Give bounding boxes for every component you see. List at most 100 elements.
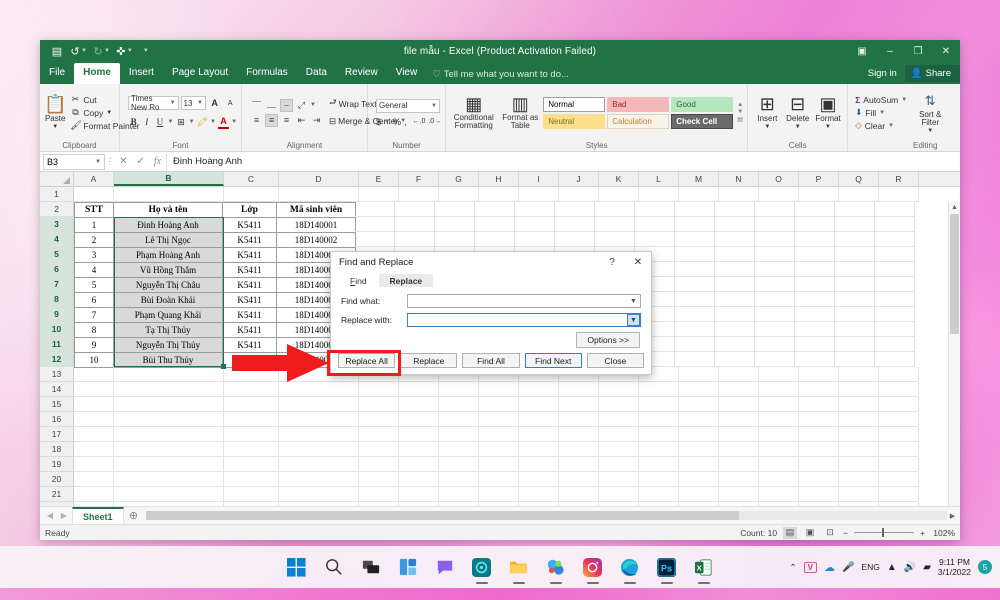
cell-empty-K18[interactable] [599,442,639,457]
cell-empty-P3[interactable] [795,217,835,232]
cell-empty-E15[interactable] [359,397,399,412]
cell-empty-O18[interactable] [759,442,799,457]
row-header-7[interactable]: 7 [40,277,73,292]
find-what-input[interactable]: ▼ [407,294,641,308]
cell-empty-K14[interactable] [599,382,639,397]
cell-empty-G15[interactable] [439,397,479,412]
cell-empty-M6[interactable] [675,262,715,277]
task-view-icon[interactable] [359,555,383,579]
cell-empty-Q20[interactable] [839,472,879,487]
cell-empty-M8[interactable] [675,292,715,307]
styles-scroll-up-icon[interactable]: ▲ [737,102,743,108]
cell-empty-D20[interactable] [279,472,359,487]
cell-empty-M4[interactable] [675,232,715,247]
cell-empty-H20[interactable] [479,472,519,487]
cell-empty-Q3[interactable] [835,217,875,232]
clock[interactable]: 9:11 PM 3/1/2022 [938,557,971,577]
cell-empty-E4[interactable] [355,232,395,247]
column-header-f[interactable]: F [399,172,439,186]
cell-A6[interactable]: 4 [74,262,114,278]
zoom-out-button[interactable]: − [843,528,848,538]
cell-empty-J18[interactable] [559,442,599,457]
fill-dropdown-icon[interactable]: ▼ [879,110,885,116]
volume-icon[interactable]: 🔊 [904,562,916,573]
styles-scroll-down-icon[interactable]: ▼ [737,109,743,115]
insert-cells-button[interactable]: ⊞ Insert ▼ [752,95,782,130]
column-header-c[interactable]: C [224,172,279,186]
cell-empty-F3[interactable] [395,217,435,232]
column-header-g[interactable]: G [439,172,479,186]
cell-A3[interactable]: 1 [74,217,114,233]
cell-empty-B15[interactable] [114,397,224,412]
cell-empty-P21[interactable] [799,487,839,502]
cell-B6[interactable]: Vũ Hồng Thắm [113,262,223,278]
cell-empty-P1[interactable] [799,187,839,202]
cell-empty-P13[interactable] [799,367,839,382]
cell-empty-L18[interactable] [639,442,679,457]
cell-empty-L16[interactable] [639,412,679,427]
cell-empty-C14[interactable] [224,382,279,397]
microphone-icon[interactable]: 🎤 [842,562,854,573]
styles-more-icon[interactable]: ▤ [737,116,743,123]
row-header-9[interactable]: 9 [40,307,73,322]
cell-D3[interactable]: 18D140001 [276,217,356,233]
style-good[interactable]: Good [671,97,733,112]
edge-icon[interactable] [618,555,642,579]
page-layout-icon[interactable]: ▣ [803,527,817,539]
row-header-15[interactable]: 15 [40,397,73,412]
cell-empty-P12[interactable] [795,352,835,367]
align-left-icon[interactable]: ≡ [250,114,263,127]
cell-empty-I15[interactable] [519,397,559,412]
unikey-icon[interactable]: V [804,562,817,573]
column-header-q[interactable]: Q [839,172,879,186]
cell-A4[interactable]: 2 [74,232,114,248]
cell-empty-I22[interactable] [519,502,559,506]
instagram-icon[interactable] [581,555,605,579]
cell-empty-G22[interactable] [439,502,479,506]
column-header-a[interactable]: A [74,172,114,186]
cell-empty-P10[interactable] [795,322,835,337]
cell-empty-C19[interactable] [224,457,279,472]
autosum-dropdown-icon[interactable]: ▼ [901,97,907,103]
row-header-17[interactable]: 17 [40,427,73,442]
cell-empty-L14[interactable] [639,382,679,397]
percent-icon[interactable]: % [393,117,401,127]
row-header-2[interactable]: 2 [40,202,73,217]
cell-empty-B21[interactable] [114,487,224,502]
cell-A12[interactable]: 10 [74,352,114,368]
column-header-d[interactable]: D [279,172,359,186]
cell-B12[interactable]: Bùi Thu Thủy [113,352,223,368]
column-header-b[interactable]: B [114,172,224,186]
cell-empty-A22[interactable] [74,502,114,506]
scroll-up-icon[interactable]: ▲ [951,202,958,213]
cell-empty-A21[interactable] [74,487,114,502]
cell-empty-Q4[interactable] [835,232,875,247]
cell-empty-P14[interactable] [799,382,839,397]
cell-empty-R3[interactable] [875,217,915,232]
style-check-cell[interactable]: Check Cell [671,114,733,129]
excel-icon[interactable]: X [692,555,716,579]
cell-empty-Q22[interactable] [839,502,879,506]
nav-prev-icon[interactable]: ◀ [44,511,56,520]
cell-empty-L15[interactable] [639,397,679,412]
cell-empty-Q12[interactable] [835,352,875,367]
skype-icon[interactable] [544,555,568,579]
cell-empty-C15[interactable] [224,397,279,412]
cell-empty-F21[interactable] [399,487,439,502]
style-bad[interactable]: Bad [607,97,669,112]
cell-empty-P15[interactable] [799,397,839,412]
format-cells-button[interactable]: ▣ Format ▼ [813,95,843,130]
cell-empty-J17[interactable] [559,427,599,442]
tell-me-box[interactable]: ♡ Tell me what you want to do... [426,65,575,84]
tab-find[interactable]: Find [339,274,378,287]
cell-D4[interactable]: 18D140002 [276,232,356,248]
row-header-3[interactable]: 3 [40,217,73,232]
help-button[interactable]: ? [599,257,625,268]
cell-empty-E17[interactable] [359,427,399,442]
cell-empty-R12[interactable] [875,352,915,367]
cell-empty-O8[interactable] [755,292,795,307]
cell-empty-L4[interactable] [635,232,675,247]
cell-empty-I14[interactable] [519,382,559,397]
cell-empty-E22[interactable] [359,502,399,506]
notification-badge[interactable]: 5 [978,560,992,574]
